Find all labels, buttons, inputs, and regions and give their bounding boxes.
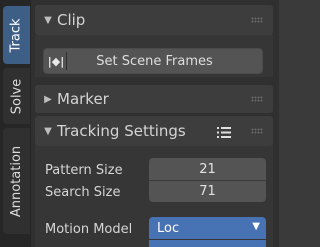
- marker-panel-title: Marker: [57, 90, 109, 108]
- motion-model-dropdown[interactable]: Loc ▼: [149, 217, 266, 239]
- clip-panel-header[interactable]: ▼ Clip: [35, 5, 273, 35]
- tab-track[interactable]: Track: [3, 6, 30, 64]
- search-size-label: Search Size: [45, 185, 121, 200]
- drag-handle-icon[interactable]: [251, 17, 263, 23]
- presets-list-icon[interactable]: [217, 124, 231, 138]
- drag-handle-icon[interactable]: [251, 128, 263, 134]
- clip-panel-title: Clip: [57, 11, 86, 29]
- tracking-settings-panel-header[interactable]: ▼ Tracking Settings: [35, 116, 273, 146]
- tab-track-label: Track: [9, 17, 24, 53]
- pattern-size-label: Pattern Size: [45, 163, 123, 178]
- chevron-down-icon: ▼: [252, 221, 260, 232]
- tab-annotation[interactable]: Annotation: [3, 128, 30, 234]
- pattern-size-field[interactable]: 21: [149, 158, 266, 180]
- dropdown-next-row: [149, 240, 266, 247]
- properties-region: ▼ Clip |◆| Set Scene Frames ▶ Marker ▼ T…: [31, 0, 279, 247]
- search-size-field[interactable]: 71: [149, 180, 266, 202]
- drag-handle-icon[interactable]: [251, 96, 263, 102]
- chevron-down-icon: ▼: [44, 14, 52, 26]
- tracking-settings-panel-title: Tracking Settings: [57, 122, 186, 140]
- motion-model-value: Loc: [157, 220, 180, 236]
- set-frames-icon: |◆|: [46, 52, 67, 70]
- motion-model-label: Motion Model: [45, 222, 133, 237]
- marker-panel-header[interactable]: ▶ Marker: [35, 85, 273, 113]
- tab-solve[interactable]: Solve: [3, 68, 30, 124]
- set-scene-frames-label: Set Scene Frames: [96, 53, 213, 69]
- tab-annotation-label: Annotation: [9, 145, 25, 217]
- vertical-tab-strip: Track Solve Annotation: [0, 0, 31, 247]
- chevron-down-icon: ▼: [44, 125, 52, 137]
- chevron-right-icon: ▶: [44, 93, 52, 105]
- tab-solve-label: Solve: [9, 78, 25, 114]
- set-scene-frames-button[interactable]: |◆| Set Scene Frames: [43, 48, 263, 74]
